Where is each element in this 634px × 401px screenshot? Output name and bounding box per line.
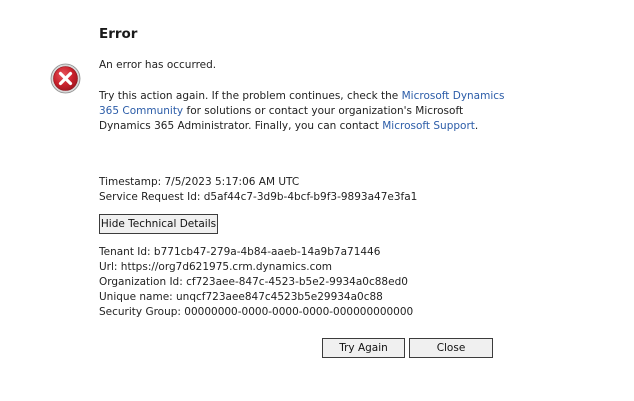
timestamp: Timestamp: 7/5/2023 5:17:06 AM UTC	[99, 176, 300, 188]
error-icon	[50, 63, 81, 94]
message-line-2: 365 Community for solutions or contact y…	[99, 104, 479, 119]
dynamics-community-link[interactable]: Microsoft Dynamics	[402, 90, 505, 102]
message-line-1: Try this action again. If the problem co…	[99, 89, 505, 104]
close-button[interactable]: Close	[409, 338, 493, 358]
message-text-1: Try this action again. If the problem co…	[99, 90, 402, 102]
unique-name: Unique name: unqcf723aee847c4523b5e29934…	[99, 291, 383, 303]
message-text-3: Dynamics 365 Administrator. Finally, you…	[99, 120, 383, 132]
message-text-4: .	[474, 120, 479, 132]
try-again-button[interactable]: Try Again	[322, 338, 405, 358]
error-message: Try this action again. If the problem co…	[99, 89, 505, 134]
message-line-3: Dynamics 365 Administrator. Finally, you…	[99, 119, 479, 134]
dialog-title: Error	[99, 26, 138, 42]
org-url: Url: https://org7d621975.crm.dynamics.co…	[99, 261, 333, 273]
dynamics-community-link-cont[interactable]: 365 Community	[99, 105, 183, 117]
technical-details: Tenant Id: b771cb47-279a-4b84-aaeb-14a9b…	[99, 245, 413, 320]
service-request-id: Service Request Id: d5af44c7-3d9b-4bcf-b…	[99, 191, 418, 203]
hide-technical-details-button[interactable]: Hide Technical Details	[99, 214, 218, 234]
microsoft-support-link[interactable]: Microsoft Support	[382, 120, 475, 132]
error-subtitle: An error has occurred.	[99, 59, 217, 71]
message-text-2: for solutions or contact your organizati…	[183, 105, 464, 117]
request-meta: Timestamp: 7/5/2023 5:17:06 AM UTC Servi…	[99, 175, 417, 205]
security-group: Security Group: 00000000-0000-0000-0000-…	[99, 306, 414, 318]
tenant-id: Tenant Id: b771cb47-279a-4b84-aaeb-14a9b…	[99, 246, 381, 258]
organization-id: Organization Id: cf723aee-847c-4523-b5e2…	[99, 276, 408, 288]
